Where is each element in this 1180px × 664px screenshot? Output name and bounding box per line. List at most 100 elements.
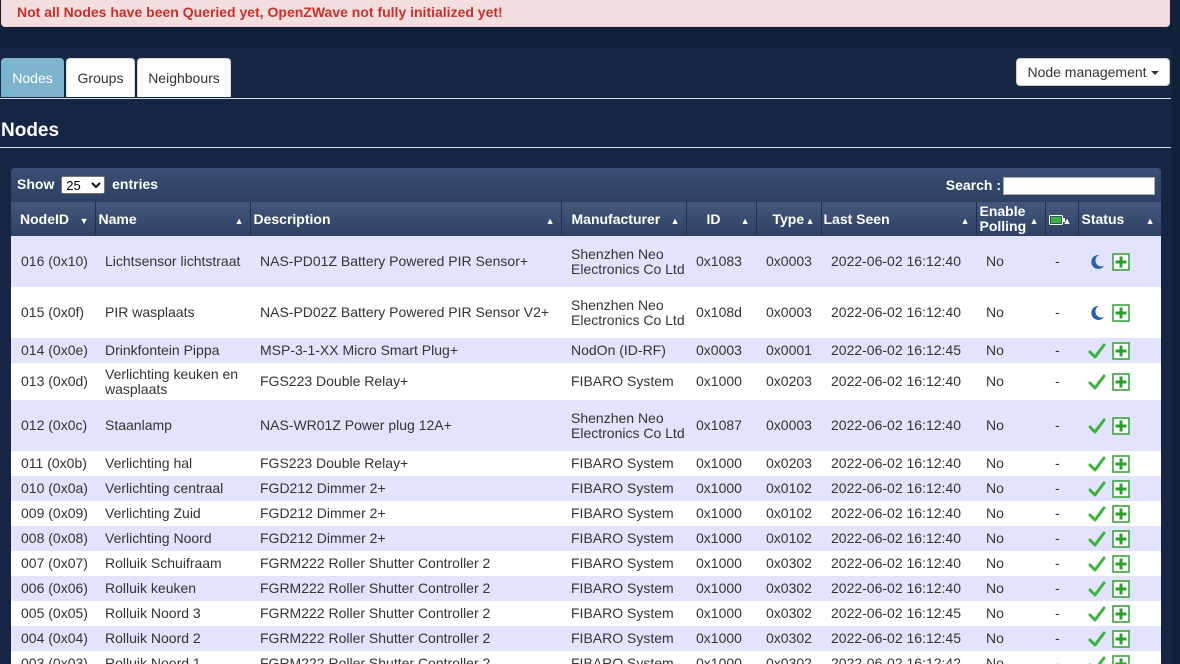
cell-id: 0x1000 bbox=[686, 626, 756, 651]
col-header-nodeid[interactable]: NodeID ▼ bbox=[11, 202, 96, 236]
table-row[interactable]: 014 (0x0e) Drinkfontein Pippa MSP-3-1-XX M… bbox=[11, 338, 1161, 363]
nodes-table: NodeID ▼ Name ▲ Description ▲ Manufacturer ▲… bbox=[11, 202, 1161, 664]
col-header-label: NodeID bbox=[20, 210, 69, 227]
col-header-type[interactable]: Type ▲ bbox=[756, 202, 822, 236]
node-management-button[interactable]: Node management bbox=[1016, 58, 1170, 86]
cell-polling: No bbox=[976, 576, 1045, 601]
entries-select[interactable]: 25 bbox=[61, 176, 106, 195]
cell-id: 0x0003 bbox=[686, 338, 756, 363]
plus-icon[interactable] bbox=[1112, 604, 1130, 623]
cell-polling: No bbox=[976, 626, 1045, 651]
tab-neighbours[interactable]: Neighbours bbox=[137, 58, 231, 97]
sort-asc-icon: ▲ bbox=[740, 216, 750, 226]
col-header-description[interactable]: Description ▲ bbox=[250, 202, 562, 236]
cell-id: 0x1083 bbox=[686, 236, 756, 287]
cell-type: 0x0302 bbox=[756, 601, 821, 626]
sort-asc-icon: ▲ bbox=[1062, 216, 1072, 226]
cell-description: FGRM222 Roller Shutter Controller 2 bbox=[250, 626, 561, 651]
plus-icon[interactable] bbox=[1112, 554, 1130, 573]
plus-icon[interactable] bbox=[1112, 252, 1130, 271]
table-row[interactable]: 003 (0x03) Rolluik Noord 1 FGRM222 Roller … bbox=[11, 651, 1161, 664]
table-row[interactable]: 010 (0x0a) Verlichting centraal FGD212 Dim… bbox=[11, 476, 1161, 501]
cell-battery: - bbox=[1045, 626, 1078, 651]
table-row[interactable]: 015 (0x0f) PIR wasplaats NAS-PD02Z Battery… bbox=[11, 287, 1161, 338]
cell-id: 0x1000 bbox=[686, 501, 756, 526]
tab-groups[interactable]: Groups bbox=[66, 58, 135, 97]
cell-last-seen: 2022-06-02 16:12:40 bbox=[821, 451, 976, 476]
cell-last-seen: 2022-06-02 16:12:40 bbox=[821, 287, 976, 338]
col-header-manufacturer[interactable]: Manufacturer ▲ bbox=[561, 202, 687, 236]
table-row[interactable]: 005 (0x05) Rolluik Noord 3 FGRM222 Roller … bbox=[11, 601, 1161, 626]
plus-icon[interactable] bbox=[1112, 629, 1130, 648]
checkmark-icon bbox=[1088, 343, 1106, 358]
cell-last-seen: 2022-06-02 16:12:40 bbox=[821, 501, 976, 526]
entries-label: entries bbox=[112, 176, 159, 192]
table-row[interactable]: 013 (0x0d) Verlichting keuken en wasplaat… bbox=[11, 363, 1161, 400]
plus-icon[interactable] bbox=[1112, 504, 1130, 523]
plus-icon[interactable] bbox=[1112, 416, 1130, 435]
cell-name: Rolluik Noord 2 bbox=[95, 626, 250, 651]
cell-name: Verlichting Zuid bbox=[95, 501, 250, 526]
plus-icon[interactable] bbox=[1112, 303, 1130, 322]
plus-icon[interactable] bbox=[1112, 454, 1130, 473]
col-header-label: Manufacturer bbox=[571, 210, 661, 227]
show-label: Show bbox=[17, 176, 55, 192]
tab-nodes[interactable]: Nodes bbox=[1, 58, 64, 97]
cell-name: Lichtsensor lichtstraat bbox=[95, 236, 250, 287]
cell-battery: - bbox=[1045, 363, 1078, 400]
cell-manufacturer: FIBARO System bbox=[561, 576, 686, 601]
cell-id: 0x1087 bbox=[686, 400, 756, 451]
col-header-label: Enable Polling bbox=[979, 203, 1027, 234]
table-row[interactable]: 012 (0x0c) Staanlamp NAS-WR01Z Power plug … bbox=[11, 400, 1161, 451]
cell-nodeid: 005 (0x05) bbox=[11, 601, 95, 626]
cell-status bbox=[1078, 363, 1161, 400]
cell-nodeid: 013 (0x0d) bbox=[11, 363, 95, 400]
cell-polling: No bbox=[976, 363, 1045, 400]
col-header-status[interactable]: Status ▲ bbox=[1078, 202, 1161, 236]
cell-description: FGRM222 Roller Shutter Controller 2 bbox=[250, 651, 561, 664]
table-row[interactable]: 007 (0x07) Rolluik Schuifraam FGRM222 Roll… bbox=[11, 551, 1161, 576]
checkmark-icon bbox=[1088, 374, 1106, 389]
col-header-enable-polling[interactable]: Enable Polling ▲ bbox=[976, 202, 1046, 236]
cell-status bbox=[1078, 601, 1161, 626]
checkmark-icon bbox=[1088, 506, 1106, 521]
cell-polling: No bbox=[976, 501, 1045, 526]
cell-type: 0x0003 bbox=[756, 287, 821, 338]
cell-description: FGS223 Double Relay+ bbox=[250, 451, 561, 476]
cell-status bbox=[1078, 236, 1161, 287]
plus-icon[interactable] bbox=[1112, 654, 1130, 664]
cell-nodeid: 010 (0x0a) bbox=[11, 476, 95, 501]
cell-status bbox=[1078, 451, 1161, 476]
cell-name: Rolluik Schuifraam bbox=[95, 551, 250, 576]
cell-manufacturer: FIBARO System bbox=[561, 651, 686, 664]
cell-type: 0x0102 bbox=[756, 526, 821, 551]
cell-type: 0x0302 bbox=[756, 651, 821, 664]
table-row[interactable]: 004 (0x04) Rolluik Noord 2 FGRM222 Roller … bbox=[11, 626, 1161, 651]
cell-last-seen: 2022-06-02 16:12:40 bbox=[821, 526, 976, 551]
cell-polling: No bbox=[976, 526, 1045, 551]
table-row[interactable]: 009 (0x09) Verlichting Zuid FGD212 Dimmer … bbox=[11, 501, 1161, 526]
plus-icon[interactable] bbox=[1112, 341, 1130, 360]
table-row[interactable]: 008 (0x08) Verlichting Noord FGD212 Dimmer… bbox=[11, 526, 1161, 551]
col-header-battery[interactable]: ▲ bbox=[1045, 202, 1079, 236]
col-header-name[interactable]: Name ▲ bbox=[95, 202, 251, 236]
cell-type: 0x0003 bbox=[756, 400, 821, 451]
table-row[interactable]: 016 (0x10) Lichtsensor lichtstraat NAS-PD0… bbox=[11, 236, 1161, 287]
cell-status bbox=[1078, 526, 1161, 551]
cell-description: FGD212 Dimmer 2+ bbox=[250, 501, 561, 526]
plus-icon[interactable] bbox=[1112, 372, 1130, 391]
plus-icon[interactable] bbox=[1112, 479, 1130, 498]
title-divider bbox=[0, 147, 1171, 148]
cell-polling: No bbox=[976, 287, 1045, 338]
table-row[interactable]: 006 (0x06) Rolluik keuken FGRM222 Roller S… bbox=[11, 576, 1161, 601]
plus-icon[interactable] bbox=[1112, 579, 1130, 598]
col-header-id[interactable]: ID ▲ bbox=[686, 202, 757, 236]
cell-status bbox=[1078, 501, 1161, 526]
cell-nodeid: 011 (0x0b) bbox=[11, 451, 95, 476]
plus-icon[interactable] bbox=[1112, 529, 1130, 548]
table-row[interactable]: 011 (0x0b) Verlichting hal FGS223 Double R… bbox=[11, 451, 1161, 476]
cell-nodeid: 003 (0x03) bbox=[11, 651, 95, 664]
cell-id: 0x1000 bbox=[686, 651, 756, 664]
search-input[interactable] bbox=[1003, 177, 1155, 196]
col-header-last-seen[interactable]: Last Seen ▲ bbox=[821, 202, 977, 236]
